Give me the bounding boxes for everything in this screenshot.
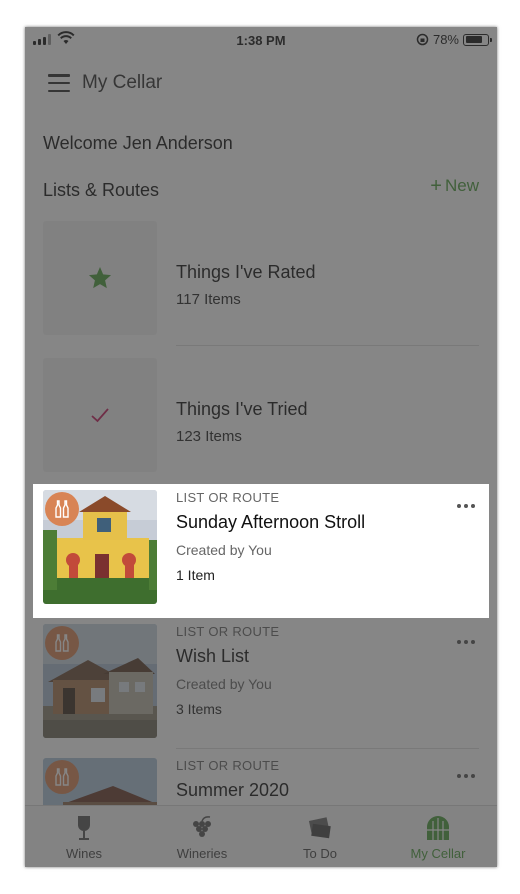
route-title: Wish List [176,646,250,666]
battery-percent: 78% [432,32,459,47]
route-kicker: LIST OR ROUTE [176,490,280,505]
checkmark-icon [91,408,109,423]
route-kicker: LIST OR ROUTE [176,758,280,773]
tab-label: My Cellar [410,846,466,861]
route-photo [43,624,157,738]
star-icon [88,266,112,289]
route-creator: Created by You [176,542,272,558]
route-kicker: LIST OR ROUTE [176,624,280,639]
more-options-icon[interactable] [457,640,475,644]
grapes-icon [193,816,211,837]
user-name: Jen Anderson [122,133,233,153]
list-item-tried[interactable]: Things I've Tried 123 Items [25,358,497,492]
tickets-icon [308,817,331,839]
list-count: 117 Items [176,291,241,308]
bottom-tab-bar: Wines Wineries To Do My Cellar [25,805,497,867]
list-item-rated[interactable]: Things I've Rated 117 Items [25,221,497,355]
cellar-icon [427,816,449,840]
divider [176,748,479,749]
highlighted-route-card[interactable]: LIST OR ROUTE Sunday Afternoon Stroll Cr… [33,484,489,618]
battery-icon [463,33,492,46]
tab-to-do[interactable]: To Do [261,806,379,867]
menu-icon[interactable] [48,74,70,92]
bottles-badge-icon [45,760,79,794]
tab-label: Wines [65,846,103,861]
welcome-message: Welcome Jen Anderson [43,133,233,154]
route-photo [43,490,157,604]
route-count: 3 Items [176,701,222,717]
tab-label: Wineries [176,846,228,861]
tab-wineries[interactable]: Wineries [143,806,261,867]
new-list-button[interactable]: + New [430,176,479,196]
new-list-label: New [444,176,479,195]
route-creator: Created by You [176,676,272,692]
route-item-wish-list[interactable]: LIST OR ROUTE Wish List Created by You 3… [25,624,497,758]
welcome-prefix: Welcome [43,133,118,153]
list-title: Things I've Tried [176,399,308,419]
bottles-badge-icon [45,626,79,660]
bottles-badge-icon [45,492,79,526]
route-title: Sunday Afternoon Stroll [176,512,366,532]
rated-thumbnail [43,221,157,335]
page-title: My Cellar [82,72,163,93]
tried-thumbnail [43,358,157,472]
tab-wines[interactable]: Wines [25,806,143,867]
route-title: Summer 2020 [176,780,290,800]
list-count: 123 Items [176,428,242,445]
wine-glass-icon [78,816,90,840]
plus-icon: + [430,175,442,197]
tab-my-cellar[interactable]: My Cellar [379,806,497,867]
divider [176,345,479,346]
orientation-lock-icon [416,33,429,46]
more-options-icon[interactable] [457,504,475,508]
phone-screen: 1:38 PM 78% My Cellar Welcome Jen Anders… [25,27,497,867]
route-count: 1 Item [176,567,215,583]
tab-label: To Do [303,846,337,861]
status-bar: 1:38 PM 78% [25,27,497,55]
more-options-icon[interactable] [457,774,475,778]
app-header: My Cellar [25,55,497,111]
list-title: Things I've Rated [176,262,316,282]
lists-section-title: Lists & Routes [43,180,160,200]
